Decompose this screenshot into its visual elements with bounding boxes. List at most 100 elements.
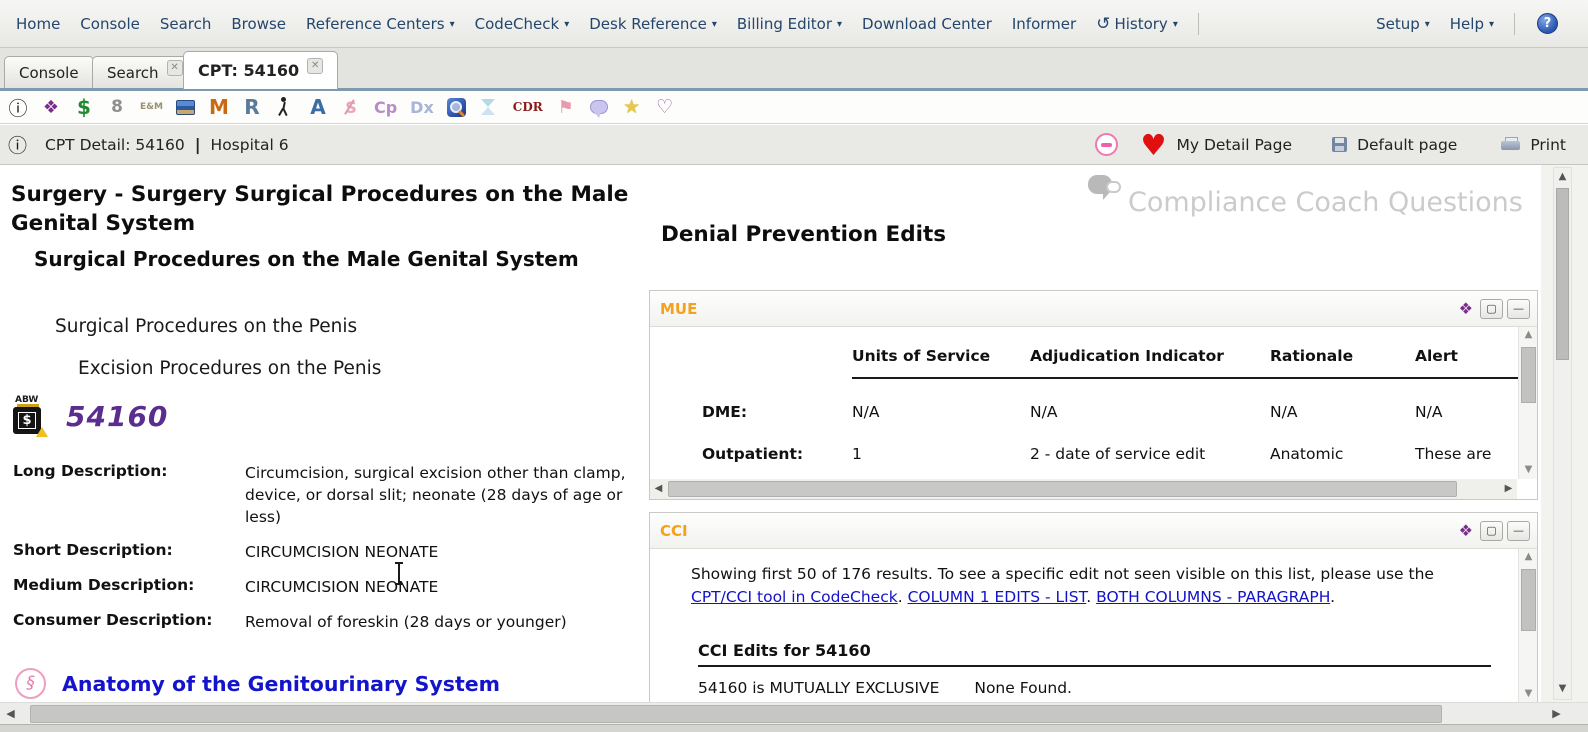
collapse-all-icon[interactable]: [1095, 133, 1118, 156]
lay-terms-books-icon[interactable]: [176, 95, 196, 119]
tab-search[interactable]: Search: [92, 56, 198, 89]
scrollbar-thumb[interactable]: [1521, 347, 1536, 403]
help-question-icon[interactable]: ?: [1537, 13, 1558, 34]
comment-bubble-icon[interactable]: [589, 95, 609, 119]
scroll-right-icon[interactable]: ▶: [1548, 703, 1565, 725]
consumer-description-value: Removal of foreskin (28 days or younger): [245, 611, 633, 633]
medicare-icon[interactable]: M: [209, 95, 229, 119]
code-links-icon[interactable]: 8: [107, 95, 127, 119]
info-icon[interactable]: ⓘ: [8, 131, 27, 158]
page-horizontal-scrollbar[interactable]: ◀ ▶: [0, 702, 1588, 724]
nav-desk-reference-label: Desk Reference: [589, 15, 707, 33]
chevron-down-icon: ▾: [837, 19, 842, 30]
abw-fee-icon[interactable]: ABW $: [12, 395, 50, 437]
puzzle-piece-icon[interactable]: ❖: [1459, 299, 1473, 318]
chevron-down-icon: ▾: [712, 19, 717, 30]
cdr-icon[interactable]: CDR: [513, 95, 543, 119]
minimize-panel-button[interactable]: —: [1507, 299, 1530, 319]
scroll-down-icon[interactable]: ▼: [1519, 686, 1537, 702]
nav-browse[interactable]: Browse: [221, 15, 296, 33]
scroll-up-icon[interactable]: ▲: [1519, 327, 1537, 344]
cci-edit-label: 54160 is MUTUALLY EXCLUSIVE: [698, 679, 939, 697]
cci-vertical-scrollbar[interactable]: ▲ ▼: [1518, 549, 1537, 702]
close-icon[interactable]: [307, 58, 323, 74]
global-days-walker-icon[interactable]: [275, 95, 295, 119]
nav-help[interactable]: Help▾: [1440, 15, 1504, 33]
minimize-panel-button[interactable]: —: [1507, 521, 1530, 541]
nav-desk-reference[interactable]: Desk Reference ▾: [579, 15, 727, 33]
maximize-panel-button[interactable]: ▢: [1480, 299, 1503, 319]
scrollbar-thumb[interactable]: [30, 705, 1442, 723]
anatomy-icon[interactable]: §: [15, 668, 46, 699]
codecheck-search-icon[interactable]: [447, 95, 467, 119]
my-detail-page-button[interactable]: My Detail Page: [1176, 136, 1292, 154]
rvu-icon[interactable]: R: [242, 95, 262, 119]
tab-console[interactable]: Console: [4, 56, 94, 89]
nav-console[interactable]: Console: [70, 15, 150, 33]
dx-crosswalk-icon[interactable]: Dx: [410, 95, 434, 119]
chapter-heading: Surgery - Surgery Surgical Procedures on…: [11, 181, 636, 238]
scrollbar-thumb[interactable]: [668, 481, 1457, 497]
save-disk-icon[interactable]: [1332, 137, 1347, 152]
scroll-down-icon[interactable]: ▼: [1554, 681, 1571, 698]
cp-crosswalk-icon[interactable]: Cp: [374, 95, 397, 119]
flag-icon[interactable]: ⚑: [556, 95, 576, 119]
scroll-left-icon[interactable]: ◀: [2, 703, 19, 725]
fee-schedule-icon[interactable]: $: [74, 95, 94, 119]
default-page-button[interactable]: Default page: [1357, 136, 1457, 154]
print-button[interactable]: Print: [1530, 136, 1566, 154]
heart-favorite-icon[interactable]: ♥: [1140, 135, 1166, 155]
mue-table: Units of Service Adjudication Indicator …: [702, 347, 1527, 463]
title-divider: |: [195, 135, 201, 154]
main-content: Surgery - Surgery Surgical Procedures on…: [0, 165, 1588, 702]
scrollbar-thumb[interactable]: [1556, 188, 1569, 360]
em-assist-icon[interactable]: E&M: [140, 95, 163, 119]
both-columns-paragraph-link[interactable]: BOTH COLUMNS - PARAGRAPH: [1096, 588, 1330, 606]
close-icon[interactable]: [167, 60, 183, 76]
nav-informer[interactable]: Informer: [1002, 15, 1086, 33]
nav-reference-centers[interactable]: Reference Centers▾: [296, 15, 465, 33]
mue-vertical-scrollbar[interactable]: ▲ ▼: [1518, 327, 1537, 479]
medium-description-row: Medium Description: CIRCUMCISION NEONATE: [13, 576, 635, 598]
nav-download-center[interactable]: Download Center: [852, 15, 1002, 33]
cci-intro-before: Showing first 50 of 176 results. To see …: [691, 565, 1434, 583]
nav-history[interactable]: ↺History▾: [1086, 14, 1188, 34]
scrub-edit-icon[interactable]: S: [341, 95, 361, 119]
tab-console-label: Console: [19, 64, 79, 82]
scroll-right-icon[interactable]: ▶: [1500, 479, 1517, 499]
dollar-glyph: $: [18, 412, 35, 429]
maximize-panel-button[interactable]: ▢: [1480, 521, 1503, 541]
column-1-edits-link[interactable]: COLUMN 1 EDITS - LIST: [908, 588, 1087, 606]
scroll-left-icon[interactable]: ◀: [650, 479, 667, 499]
nav-search[interactable]: Search: [150, 15, 222, 33]
nav-codecheck[interactable]: CodeCheck▾: [465, 15, 580, 33]
column-header: Rationale: [1270, 347, 1415, 379]
scroll-down-icon[interactable]: ▼: [1519, 462, 1537, 479]
cpt-code: 54160: [66, 400, 168, 433]
anatomy-link[interactable]: Anatomy of the Genitourinary System: [62, 672, 500, 696]
subsection-heading: Surgical Procedures on the Penis: [55, 316, 357, 337]
page-vertical-scrollbar[interactable]: ▲ ▼: [1553, 167, 1572, 700]
quality-heart-icon[interactable]: ♡: [655, 95, 675, 119]
mue-horizontal-scrollbar[interactable]: ◀ ▶: [650, 479, 1517, 499]
anesthesia-icon[interactable]: A: [308, 95, 328, 119]
nav-setup[interactable]: Setup▾: [1366, 15, 1440, 33]
scroll-up-icon[interactable]: ▲: [1554, 169, 1571, 186]
abw-label: ABW: [15, 395, 38, 405]
nav-home[interactable]: Home: [6, 15, 70, 33]
heading-rule: [698, 665, 1491, 667]
cci-sep: .: [1086, 588, 1096, 606]
info-icon[interactable]: ⓘ: [8, 95, 28, 119]
puzzle-piece-icon[interactable]: ❖: [41, 95, 61, 119]
favorites-star-icon[interactable]: ★: [622, 95, 642, 119]
printer-icon[interactable]: [1501, 137, 1520, 152]
cpt-cci-tool-link[interactable]: CPT/CCI tool in CodeCheck: [691, 588, 898, 606]
tab-cpt-54160-label: CPT: 54160: [198, 61, 299, 80]
hospital-label: Hospital 6: [211, 136, 289, 154]
hourglass-icon[interactable]: [480, 95, 500, 119]
scroll-up-icon[interactable]: ▲: [1519, 549, 1537, 566]
nav-billing-editor[interactable]: Billing Editor▾: [727, 15, 852, 33]
tab-cpt-54160[interactable]: CPT: 54160: [183, 51, 338, 89]
puzzle-piece-icon[interactable]: ❖: [1459, 521, 1473, 540]
scrollbar-thumb[interactable]: [1521, 569, 1536, 631]
